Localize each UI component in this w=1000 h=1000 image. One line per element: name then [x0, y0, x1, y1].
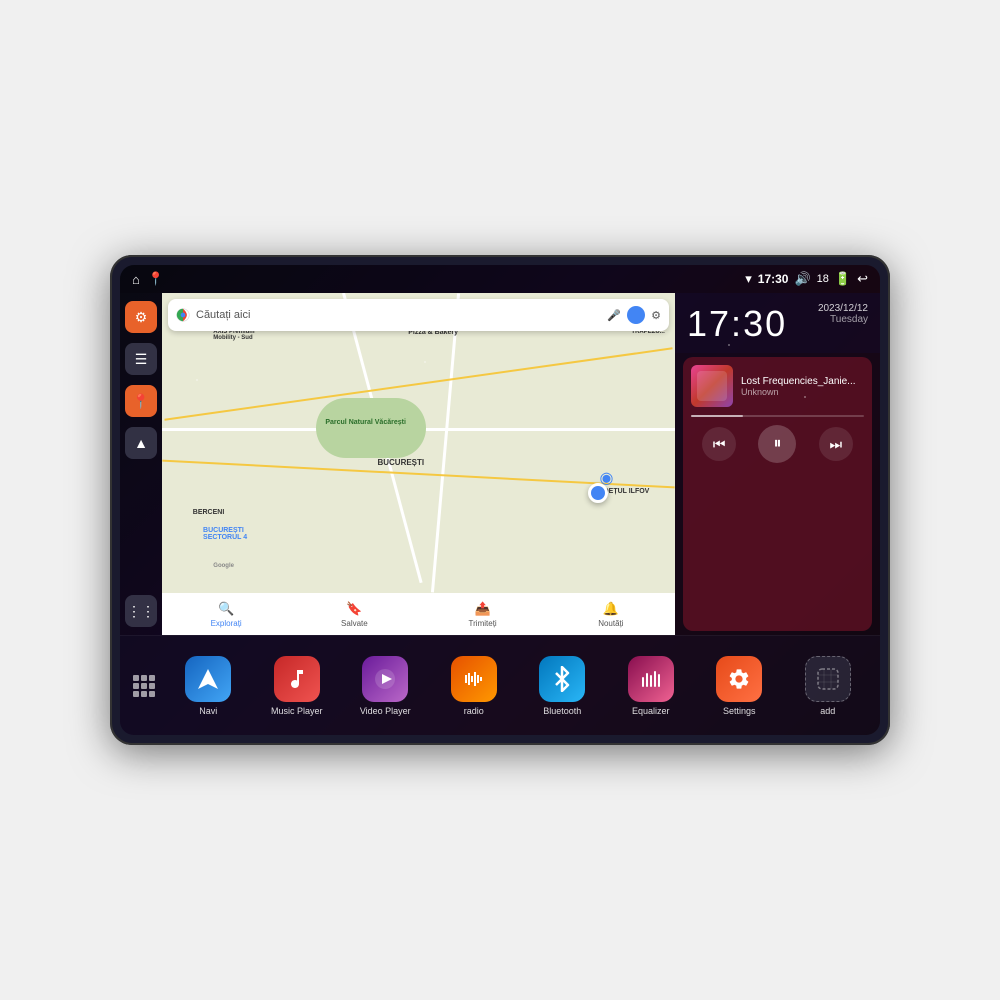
- status-right: ▾ 17:30 🔊 18 🔋 ↩: [745, 271, 868, 287]
- battery-icon: 🔋: [835, 271, 851, 287]
- status-time: 17:30: [758, 272, 789, 286]
- app-label-video-player: Video Player: [360, 706, 411, 716]
- map-bottom-nav: 🔍 Explorați 🔖 Salvate 📤 Trimiteți 🔔 Nout…: [162, 593, 675, 635]
- app-item-navi[interactable]: Navi: [182, 656, 234, 716]
- app-item-bluetooth[interactable]: Bluetooth: [536, 656, 588, 716]
- app-icon-equalizer: [628, 656, 674, 702]
- sidebar-files-btn[interactable]: ☰: [125, 343, 157, 375]
- explore-label: Explorați: [211, 619, 242, 628]
- map-search-bar[interactable]: Căutați aici 🎤 ⚙: [168, 299, 669, 331]
- status-left: ⌂ 📍: [132, 271, 164, 287]
- app-dock: Navi Music Player: [120, 635, 880, 735]
- music-cover: [691, 365, 733, 407]
- music-artist: Unknown: [741, 387, 864, 397]
- share-icon: 📤: [475, 601, 491, 617]
- my-location-dot: [588, 483, 608, 503]
- app-label-bluetooth: Bluetooth: [543, 706, 581, 716]
- saved-label: Salvate: [341, 619, 368, 628]
- app-label-music-player: Music Player: [271, 706, 323, 716]
- app-item-radio[interactable]: radio: [448, 656, 500, 716]
- mic-icon[interactable]: 🎤: [607, 309, 621, 322]
- app-item-video-player[interactable]: Video Player: [359, 656, 411, 716]
- app-item-settings[interactable]: Settings: [713, 656, 765, 716]
- main-content: ⚙ ☰ 📍 ▲ ⋮⋮: [120, 293, 880, 635]
- app-label-navi: Navi: [199, 706, 217, 716]
- next-track-button[interactable]: ⏭: [819, 427, 853, 461]
- app-icon-add: [805, 656, 851, 702]
- right-panel: 17:30 2023/12/12 Tuesday Lost Freque: [675, 293, 880, 635]
- music-info-row: Lost Frequencies_Janie... Unknown: [691, 365, 864, 407]
- app-label-equalizer: Equalizer: [632, 706, 670, 716]
- news-label: Noutăți: [598, 619, 623, 628]
- volume-icon: 🔊: [794, 271, 810, 287]
- clock-display: 17:30: [687, 303, 787, 345]
- map-nav-saved[interactable]: 🔖 Salvate: [290, 601, 418, 628]
- app-icon-radio: [451, 656, 497, 702]
- map-park-label: Parcul Natural Văcărești: [306, 419, 426, 426]
- wifi-icon: ▾: [745, 271, 752, 287]
- center-area: Parcul Natural Văcărești AXIS PremiumMob…: [162, 293, 675, 635]
- app-icon-settings: [716, 656, 762, 702]
- app-icon-video-player: [362, 656, 408, 702]
- music-details: Lost Frequencies_Janie... Unknown: [741, 376, 864, 397]
- music-controls: ⏮ ⏸ ⏭: [691, 425, 864, 463]
- share-label: Trimiteți: [469, 619, 497, 628]
- sidebar-settings-btn[interactable]: ⚙: [125, 301, 157, 333]
- clock-year-date: 2023/12/12: [818, 303, 868, 314]
- status-bar: ⌂ 📍 ▾ 17:30 🔊 18 🔋 ↩: [120, 265, 880, 293]
- prev-track-button[interactable]: ⏮: [702, 427, 736, 461]
- app-item-music-player[interactable]: Music Player: [271, 656, 323, 716]
- music-cover-inner: [697, 371, 727, 401]
- sidebar-maps-btn[interactable]: 📍: [125, 385, 157, 417]
- app-label-add: add: [820, 706, 835, 716]
- music-progress-fill: [691, 415, 743, 417]
- sidebar-nav-btn[interactable]: ▲: [125, 427, 157, 459]
- map-nav-explore[interactable]: 🔍 Explorați: [162, 601, 290, 628]
- sidebar-grid-btn[interactable]: ⋮⋮: [125, 595, 157, 627]
- map-nav-share[interactable]: 📤 Trimiteți: [419, 601, 547, 628]
- news-icon: 🔔: [603, 601, 619, 617]
- device-outer: ⌂ 📍 ▾ 17:30 🔊 18 🔋 ↩ ⚙ ☰ 📍 ▲ ⋮⋮: [110, 255, 890, 745]
- left-sidebar: ⚙ ☰ 📍 ▲ ⋮⋮: [120, 293, 162, 635]
- home-icon[interactable]: ⌂: [132, 272, 140, 287]
- music-title: Lost Frequencies_Janie...: [741, 376, 864, 387]
- device-screen: ⌂ 📍 ▾ 17:30 🔊 18 🔋 ↩ ⚙ ☰ 📍 ▲ ⋮⋮: [120, 265, 880, 735]
- settings-icon[interactable]: ⚙: [651, 309, 661, 322]
- app-item-equalizer[interactable]: Equalizer: [625, 656, 677, 716]
- saved-icon: 🔖: [346, 601, 362, 617]
- back-icon[interactable]: ↩: [857, 271, 868, 287]
- clock-day: Tuesday: [818, 314, 868, 325]
- map-container[interactable]: Parcul Natural Văcărești AXIS PremiumMob…: [162, 293, 675, 593]
- map-search-input[interactable]: Căutați aici: [196, 309, 601, 321]
- explore-icon: 🔍: [218, 601, 234, 617]
- map-background: Parcul Natural Văcărești AXIS PremiumMob…: [162, 293, 675, 593]
- music-progress-bar[interactable]: [691, 415, 864, 417]
- google-maps-icon: [176, 308, 190, 322]
- app-icon-music-player: [274, 656, 320, 702]
- map-nav-news[interactable]: 🔔 Noutăți: [547, 601, 675, 628]
- app-item-add[interactable]: add: [802, 656, 854, 716]
- battery-level: 18: [817, 273, 829, 285]
- app-icon-navi: [185, 656, 231, 702]
- app-label-radio: radio: [464, 706, 484, 716]
- maps-icon[interactable]: 📍: [148, 271, 164, 287]
- app-label-settings: Settings: [723, 706, 756, 716]
- play-pause-button[interactable]: ⏸: [758, 425, 796, 463]
- clock-date-block: 2023/12/12 Tuesday: [818, 303, 868, 325]
- user-avatar[interactable]: [627, 306, 645, 324]
- music-widget: Lost Frequencies_Janie... Unknown ⏮ ⏸ ⏭: [683, 357, 872, 631]
- app-items: Navi Music Player: [164, 656, 872, 716]
- map-park: [316, 398, 426, 458]
- clock-widget: 17:30 2023/12/12 Tuesday: [675, 293, 880, 353]
- app-icon-bluetooth: [539, 656, 585, 702]
- grid-icon: [133, 675, 155, 697]
- app-grid-toggle[interactable]: [128, 670, 160, 702]
